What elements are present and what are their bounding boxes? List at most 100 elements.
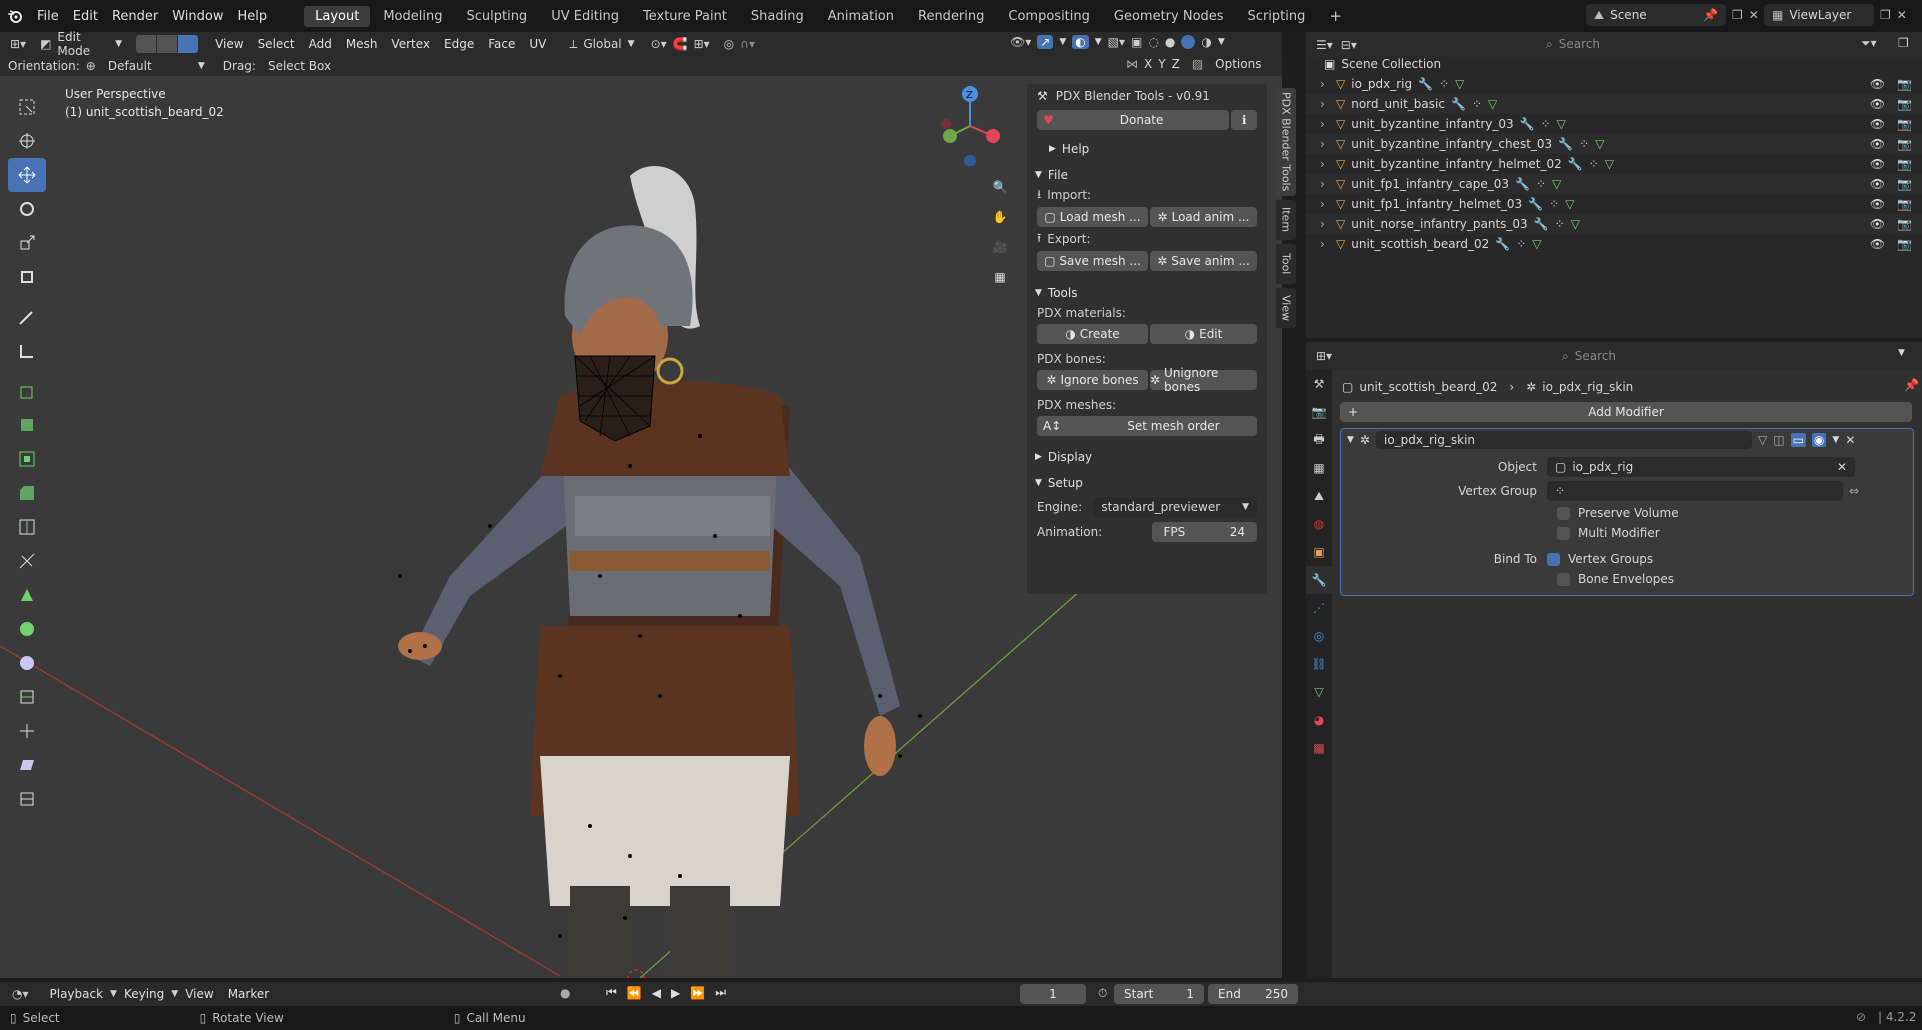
play-icon[interactable]: ▶: [671, 986, 680, 1000]
outliner-item[interactable]: › ▽ io_pdx_rig 🔧 ⁘ ▽ 👁 📷: [1306, 74, 1922, 94]
tab-view[interactable]: View: [1276, 288, 1296, 328]
rendered-shading-icon[interactable]: ◑: [1201, 35, 1211, 49]
snap-target-icon[interactable]: ⊞▾: [694, 37, 710, 51]
outliner-item[interactable]: › ▽ unit_byzantine_infantry_03 🔧 ⁘ ▽ 👁 📷: [1306, 114, 1922, 134]
next-keyframe-icon[interactable]: ⏩: [690, 986, 705, 1000]
wireframe-shading-icon[interactable]: ◌: [1148, 35, 1158, 49]
file-section[interactable]: ▼ File: [1027, 164, 1267, 186]
chevron-down-icon[interactable]: ▼: [1059, 37, 1066, 47]
menu-render[interactable]: Render: [105, 9, 165, 24]
outliner-item[interactable]: › ▽ unit_byzantine_infantry_chest_03 🔧 ⁘ ▽ 👁 📷: [1306, 134, 1922, 154]
tools-section[interactable]: ▼ Tools: [1027, 282, 1267, 304]
outliner-editor-icon[interactable]: ☰▾: [1316, 38, 1333, 52]
end-frame-field[interactable]: End 250: [1208, 984, 1298, 1004]
edit-material-button[interactable]: ◑ Edit: [1149, 324, 1257, 344]
object-tab-icon[interactable]: ▣: [1306, 538, 1332, 566]
on-cage-icon[interactable]: ▽: [1758, 433, 1767, 447]
scale-icon[interactable]: [8, 226, 46, 260]
vertex-select-icon[interactable]: [136, 35, 157, 53]
inset-icon[interactable]: [8, 442, 46, 476]
vertex-group-field[interactable]: ⁘: [1547, 481, 1843, 501]
expand-arrow-icon[interactable]: ›: [1320, 157, 1330, 171]
particles-tab-icon[interactable]: ⋰: [1306, 594, 1332, 622]
face-select-icon[interactable]: [178, 35, 199, 53]
vp-menu-select[interactable]: Select: [251, 37, 302, 51]
scene-tab-icon[interactable]: ⛰: [1306, 482, 1332, 510]
render-camera-icon[interactable]: 📷: [1897, 97, 1912, 111]
new-view-layer-icon[interactable]: ❐: [1880, 8, 1891, 22]
properties-search-input[interactable]: ⌕ Search: [1554, 346, 1668, 366]
modifier-name-input[interactable]: io_pdx_rig_skin: [1375, 431, 1752, 449]
material-tab-icon[interactable]: ◕: [1306, 706, 1332, 734]
invert-icon[interactable]: ⇔: [1849, 484, 1859, 498]
visibility-eye-icon[interactable]: 👁: [1870, 137, 1885, 151]
tab-rendering[interactable]: Rendering: [907, 6, 995, 27]
outliner-item[interactable]: › ▽ unit_scottish_beard_02 🔧 ⁘ ▽ 👁 📷: [1306, 234, 1922, 254]
jump-start-icon[interactable]: ⏮: [606, 985, 617, 1000]
donate-button[interactable]: ♥ Donate: [1037, 110, 1230, 130]
tab-compositing[interactable]: Compositing: [997, 6, 1101, 27]
constraints-tab-icon[interactable]: ⛓: [1306, 650, 1332, 678]
bevel-icon[interactable]: [8, 476, 46, 510]
outliner-item[interactable]: › ▽ nord_unit_basic 🔧 ⁘ ▽ 👁 📷: [1306, 94, 1922, 114]
multi-modifier-checkbox[interactable]: [1557, 526, 1570, 540]
shrink-fatten-icon[interactable]: [8, 714, 46, 748]
start-frame-field[interactable]: Start 1: [1114, 984, 1204, 1004]
render-camera-icon[interactable]: 📷: [1897, 117, 1912, 131]
chevron-down-icon[interactable]: ▼: [1347, 435, 1354, 445]
modifier-tab-icon[interactable]: 🔧: [1306, 566, 1332, 594]
timeline-editor-icon[interactable]: ◔▾: [12, 987, 29, 1001]
tool-tab-icon[interactable]: ⚒: [1306, 370, 1332, 398]
info-icon[interactable]: ℹ: [1231, 110, 1257, 130]
gizmo-toggle-icon[interactable]: ↗: [1037, 35, 1054, 49]
mode-selector[interactable]: ◩ Edit Mode ▼: [32, 30, 131, 58]
engine-dropdown[interactable]: standard_previewer ▼: [1093, 497, 1257, 517]
render-camera-icon[interactable]: 📷: [1897, 237, 1912, 251]
extrude-icon[interactable]: [8, 408, 46, 442]
load-anim-button[interactable]: ✲ Load anim ...: [1149, 207, 1257, 227]
delete-view-layer-icon[interactable]: ✕: [1897, 8, 1907, 22]
unignore-bones-button[interactable]: ✲ Unignore bones: [1149, 366, 1257, 394]
bone-envelopes-checkbox[interactable]: [1557, 572, 1570, 586]
vp-menu-face[interactable]: Face: [481, 37, 522, 51]
view-layer-field[interactable]: ▦ ViewLayer: [1764, 4, 1874, 26]
add-modifier-button[interactable]: + Add Modifier: [1340, 402, 1912, 422]
fps-field[interactable]: FPS 24: [1151, 522, 1257, 542]
current-frame-field[interactable]: 1: [1020, 984, 1086, 1004]
jump-end-icon[interactable]: ⏭: [715, 985, 726, 1000]
rip-region-icon[interactable]: [8, 782, 46, 816]
prev-keyframe-icon[interactable]: ⏪: [627, 986, 642, 1000]
expand-arrow-icon[interactable]: ›: [1320, 77, 1330, 91]
tab-texture-paint[interactable]: Texture Paint: [632, 6, 738, 27]
visibility-eye-icon[interactable]: 👁: [1870, 157, 1885, 171]
measure-icon[interactable]: [8, 334, 46, 368]
bone-envelopes-row[interactable]: Bone Envelopes: [1341, 569, 1913, 589]
pin-icon[interactable]: 📌: [1703, 8, 1718, 22]
outliner-scene-collection[interactable]: ▣ Scene Collection: [1306, 54, 1922, 74]
vp-menu-view[interactable]: View: [208, 37, 250, 51]
expand-arrow-icon[interactable]: ›: [1320, 117, 1330, 131]
knife-icon[interactable]: [8, 544, 46, 578]
data-tab-icon[interactable]: ▽: [1306, 678, 1332, 706]
transform-icon[interactable]: [8, 260, 46, 294]
expand-arrow-icon[interactable]: ›: [1320, 137, 1330, 151]
zoom-icon[interactable]: 🔍: [985, 172, 1015, 202]
visibility-eye-icon[interactable]: 👁: [1870, 177, 1885, 191]
snap-icon[interactable]: 🧲: [673, 37, 688, 51]
tab-sculpting[interactable]: Sculpting: [455, 6, 538, 27]
clear-icon[interactable]: ✕: [1837, 460, 1847, 474]
ortho-grid-icon[interactable]: ▦: [985, 262, 1015, 292]
spin-icon[interactable]: [8, 612, 46, 646]
vp-menu-mesh[interactable]: Mesh: [339, 37, 385, 51]
play-reverse-icon[interactable]: ◀: [652, 986, 661, 1000]
set-mesh-order-button[interactable]: A↕ Set mesh order: [1037, 416, 1257, 436]
ignore-bones-button[interactable]: ✲ Ignore bones: [1037, 370, 1148, 390]
vp-menu-vertex[interactable]: Vertex: [384, 37, 437, 51]
output-tab-icon[interactable]: 🖶: [1306, 426, 1332, 454]
tab-animation[interactable]: Animation: [817, 6, 905, 27]
chevron-down-icon[interactable]: ▼: [1898, 348, 1905, 358]
render-camera-icon[interactable]: 📷: [1897, 177, 1912, 191]
poly-build-icon[interactable]: [8, 578, 46, 612]
visibility-eye-icon[interactable]: 👁: [1870, 117, 1885, 131]
expand-arrow-icon[interactable]: ›: [1320, 197, 1330, 211]
